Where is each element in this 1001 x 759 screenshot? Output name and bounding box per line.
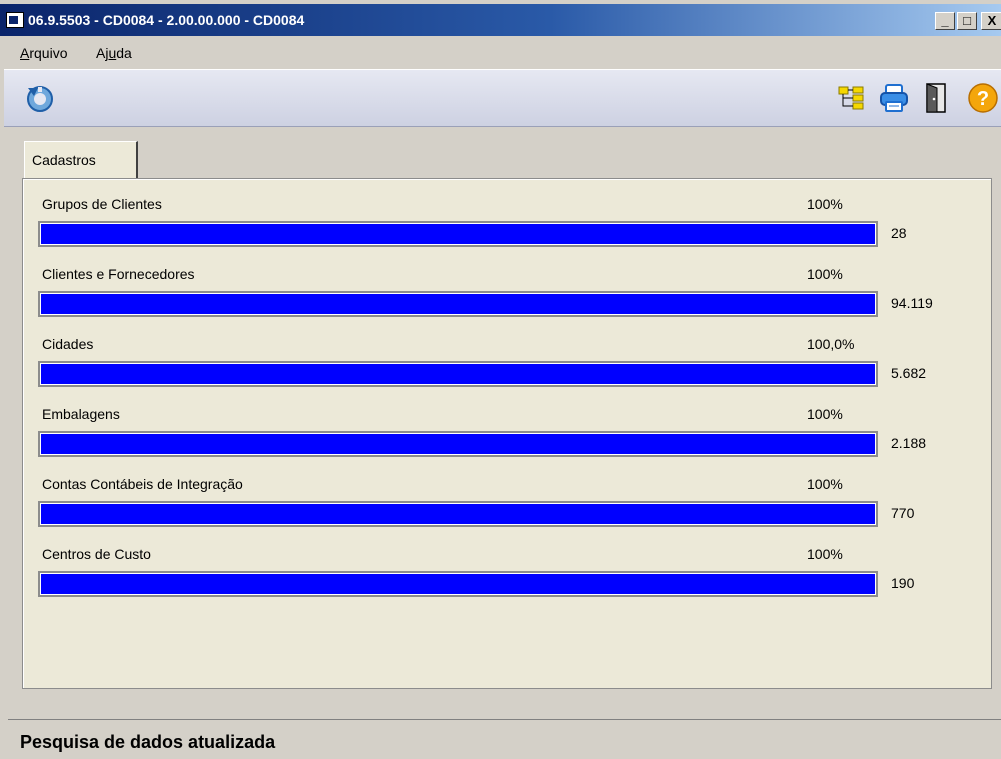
cadastros-panel: Grupos de Clientes 100% 28 Clientes e Fo…	[22, 178, 992, 689]
progress-fill	[41, 504, 875, 524]
close-button[interactable]: X	[981, 12, 1001, 30]
progress-row: Clientes e Fornecedores 100% 94.119	[23, 266, 993, 336]
progress-label: Embalagens	[42, 406, 120, 422]
progress-row: Embalagens 100% 2.188	[23, 406, 993, 476]
progress-bar	[38, 221, 878, 247]
progress-count: 5.682	[891, 365, 927, 381]
tab-cadastros[interactable]: Cadastros	[24, 141, 138, 179]
progress-percent: 100%	[807, 266, 843, 282]
progress-label: Contas Contábeis de Integração	[42, 476, 243, 492]
progress-fill	[41, 224, 875, 244]
progress-fill	[41, 434, 875, 454]
progress-label: Grupos de Clientes	[42, 196, 162, 212]
printer-icon[interactable]	[878, 82, 910, 114]
exit-door-icon[interactable]	[922, 82, 950, 114]
progress-label: Clientes e Fornecedores	[42, 266, 195, 282]
menu-arquivo-accel: A	[20, 45, 30, 61]
progress-row: Grupos de Clientes 100% 28	[23, 196, 993, 266]
progress-count: 94.119	[891, 295, 933, 311]
menu-ajuda-post: da	[116, 45, 132, 61]
progress-bar	[38, 291, 878, 317]
tab-cadastros-label: Cadastros	[32, 152, 96, 168]
progress-count: 28	[891, 225, 907, 241]
tree-icon[interactable]	[837, 84, 865, 112]
progress-percent: 100%	[807, 196, 843, 212]
minimize-button[interactable]: _	[935, 12, 955, 30]
maximize-button[interactable]: □	[957, 12, 977, 30]
menu-ajuda-pre: Aj	[96, 45, 109, 61]
progress-fill	[41, 294, 875, 314]
help-icon[interactable]: ?	[967, 82, 999, 114]
progress-bar	[38, 431, 878, 457]
menu-bar: Arquivo Ajuda	[0, 40, 1001, 64]
status-text: Pesquisa de dados atualizada	[20, 732, 276, 752]
progress-label: Centros de Custo	[42, 546, 151, 562]
progress-percent: 100,0%	[807, 336, 855, 352]
progress-bar	[38, 571, 878, 597]
help-icon-glyph: ?	[977, 88, 989, 110]
progress-row: Cidades 100,0% 5.682	[23, 336, 993, 406]
menu-ajuda[interactable]: Ajuda	[96, 45, 132, 61]
application-window: 06.9.5503 - CD0084 - 2.00.00.000 - CD008…	[0, 0, 1001, 759]
progress-row: Centros de Custo 100% 190	[23, 546, 993, 616]
menu-arquivo-post: rquivo	[29, 45, 68, 61]
progress-percent: 100%	[807, 476, 843, 492]
refresh-icon[interactable]	[24, 82, 56, 114]
progress-count: 770	[891, 505, 915, 521]
progress-count: 190	[891, 575, 915, 591]
progress-row: Contas Contábeis de Integração 100% 770	[23, 476, 993, 546]
window-title: 06.9.5503 - CD0084 - 2.00.00.000 - CD008…	[28, 12, 305, 28]
progress-label: Cidades	[42, 336, 94, 352]
app-icon[interactable]	[6, 12, 24, 28]
progress-percent: 100%	[807, 546, 843, 562]
menu-arquivo[interactable]: Arquivo	[20, 45, 67, 61]
toolbar: ?	[4, 69, 1001, 127]
progress-bar	[38, 501, 878, 527]
status-bar: Pesquisa de dados atualizada	[8, 719, 1001, 759]
progress-fill	[41, 574, 875, 594]
progress-bar	[38, 361, 878, 387]
title-bar[interactable]: 06.9.5503 - CD0084 - 2.00.00.000 - CD008…	[0, 4, 1001, 36]
progress-percent: 100%	[807, 406, 843, 422]
progress-fill	[41, 364, 875, 384]
progress-count: 2.188	[891, 435, 927, 451]
